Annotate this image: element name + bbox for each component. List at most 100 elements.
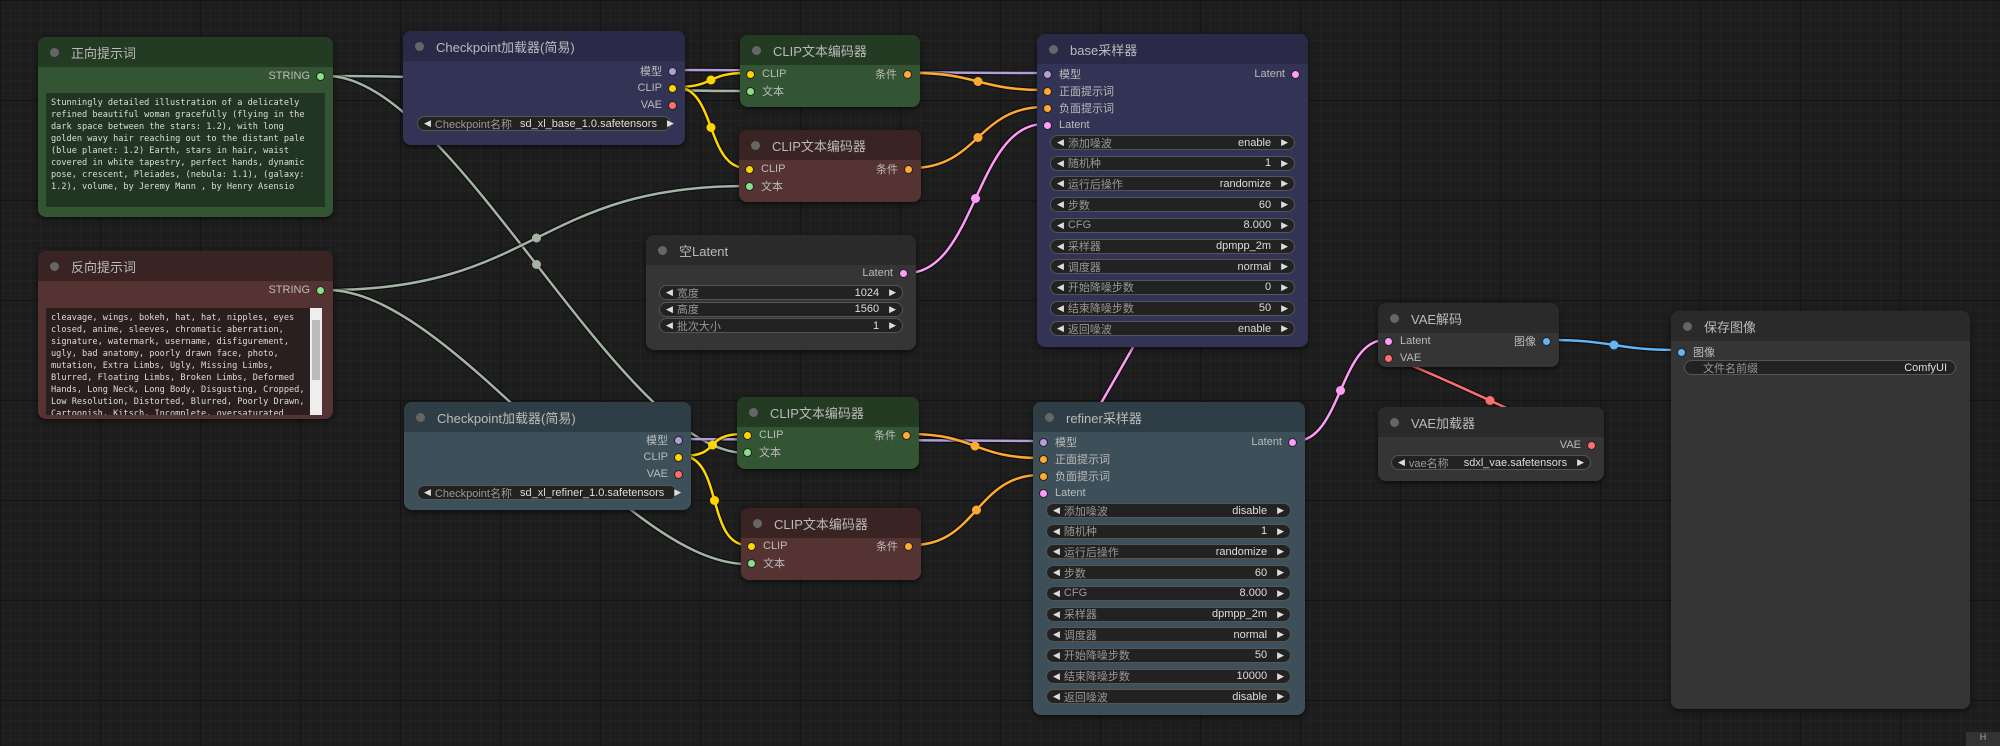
input-slot-latent[interactable]: Latent <box>1384 333 1431 349</box>
decrement-arrow-icon[interactable]: ◀ <box>1053 567 1060 578</box>
slot-dot-icon[interactable] <box>1291 69 1300 79</box>
widget-9[interactable]: ◀ 返回噪波 enable ▶ <box>1050 321 1295 337</box>
node-refiner-sampler[interactable]: refiner采样器 Latent 模型 正面提示词 负面提示词 Latent ◀ 添加… <box>1033 402 1305 715</box>
collapse-dot-icon[interactable] <box>50 261 59 271</box>
node-checkpoint-loader-refiner[interactable]: Checkpoint加载器(简易) 模型 CLIP VAE ◀ Checkpoi… <box>404 402 691 510</box>
decrement-arrow-icon[interactable]: ◀ <box>1057 303 1064 314</box>
decrement-arrow-icon[interactable]: ◀ <box>1053 609 1060 620</box>
input-slot-vae[interactable]: VAE <box>1384 350 1421 366</box>
input-slot-text[interactable]: 文本 <box>743 444 781 460</box>
input-slot-0[interactable]: 模型 <box>1039 434 1077 450</box>
decrement-arrow-icon[interactable]: ◀ <box>1053 691 1060 702</box>
slot-dot-icon[interactable] <box>1677 347 1686 357</box>
increment-arrow-icon[interactable]: ▶ <box>1277 609 1284 620</box>
collapse-dot-icon[interactable] <box>50 47 59 57</box>
node-title-bar[interactable]: refiner采样器 <box>1033 402 1305 432</box>
slot-dot-icon[interactable] <box>1043 120 1052 130</box>
input-slot-clip[interactable]: CLIP <box>746 66 786 82</box>
decrement-arrow-icon[interactable]: ◀ <box>1057 241 1064 252</box>
output-slot-image[interactable]: 图像 <box>1514 333 1551 349</box>
node-checkpoint-loader-base[interactable]: Checkpoint加载器(简易) 模型 CLIP VAE ◀ Checkpoi… <box>403 31 685 145</box>
increment-arrow-icon[interactable]: ▶ <box>1277 505 1284 516</box>
widget-2[interactable]: ◀ 运行后操作 randomize ▶ <box>1050 176 1295 192</box>
input-slot-2[interactable]: 负面提示词 <box>1043 100 1114 116</box>
output-slot-latent[interactable]: Latent <box>862 265 908 281</box>
collapse-dot-icon[interactable] <box>1390 417 1399 427</box>
vae-name-combo[interactable]: ◀ vae名称 sdxl_vae.safetensors ▶ <box>1391 455 1591 470</box>
widget-4[interactable]: ◀ CFG 8.000 ▶ <box>1046 585 1291 601</box>
increment-arrow-icon[interactable]: ▶ <box>1281 199 1288 210</box>
slot-dot-icon[interactable] <box>1043 69 1052 79</box>
increment-arrow-icon[interactable]: ▶ <box>1277 650 1284 661</box>
widget-6[interactable]: ◀ 调度器 normal ▶ <box>1046 627 1291 643</box>
node-vae-decode[interactable]: VAE解码 Latent VAE 图像 <box>1378 303 1559 367</box>
slot-dot-icon[interactable] <box>1384 336 1393 346</box>
slot-dot-icon[interactable] <box>316 71 325 81</box>
node-title-bar[interactable]: CLIP文本编码器 <box>737 397 919 427</box>
slot-dot-icon[interactable] <box>1039 488 1048 498</box>
increment-arrow-icon[interactable]: ▶ <box>1277 546 1284 557</box>
node-positive-prompt[interactable]: 正向提示词 STRING Stunningly detailed illustr… <box>38 37 333 217</box>
input-slot-clip[interactable]: CLIP <box>747 538 787 554</box>
widget-5[interactable]: ◀ 采样器 dpmpp_2m ▶ <box>1050 238 1295 254</box>
slot-dot-icon[interactable] <box>674 452 683 462</box>
decrement-arrow-icon[interactable]: ◀ <box>666 304 673 315</box>
widget-4[interactable]: ◀ CFG 8.000 ▶ <box>1050 217 1295 233</box>
output-slot-model[interactable]: 模型 <box>646 432 683 448</box>
corner-panel-tab[interactable]: H <box>1966 732 2000 746</box>
output-slot-vae[interactable]: VAE <box>641 97 677 113</box>
widget-0[interactable]: ◀ 添加噪波 disable ▶ <box>1046 503 1291 518</box>
input-slot-2[interactable]: 负面提示词 <box>1039 468 1110 484</box>
collapse-dot-icon[interactable] <box>1390 313 1399 323</box>
slot-dot-icon[interactable] <box>1039 437 1048 447</box>
increment-arrow-icon[interactable]: ▶ <box>1281 220 1288 231</box>
widget-7[interactable]: ◀ 开始降噪步数 0 ▶ <box>1050 279 1295 295</box>
collapse-dot-icon[interactable] <box>749 407 758 417</box>
widget-0[interactable]: ◀ 添加噪波 enable ▶ <box>1050 135 1295 150</box>
increment-arrow-icon[interactable]: ▶ <box>1281 178 1288 189</box>
input-slot-0[interactable]: 模型 <box>1043 66 1081 82</box>
textarea-scrollbar[interactable] <box>310 308 322 415</box>
widget-6[interactable]: ◀ 调度器 normal ▶ <box>1050 259 1295 275</box>
output-slot-string[interactable]: STRING <box>268 282 325 298</box>
node-title-bar[interactable]: Checkpoint加载器(简易) <box>404 402 691 432</box>
increment-arrow-icon[interactable]: ▶ <box>674 487 681 498</box>
slot-dot-icon[interactable] <box>899 268 908 278</box>
increment-arrow-icon[interactable]: ▶ <box>1277 588 1284 599</box>
slot-dot-icon[interactable] <box>745 164 754 174</box>
widget-1[interactable]: ◀ 随机种 1 ▶ <box>1050 155 1295 171</box>
decrement-arrow-icon[interactable]: ◀ <box>1053 588 1060 599</box>
increment-arrow-icon[interactable]: ▶ <box>1277 526 1284 537</box>
input-slot-1[interactable]: 正面提示词 <box>1039 451 1110 467</box>
decrement-arrow-icon[interactable]: ◀ <box>1057 220 1064 231</box>
node-save-image[interactable]: 保存图像 图像 文件名前缀 ComfyUI <box>1671 311 1970 709</box>
output-slot-model[interactable]: 模型 <box>640 63 677 79</box>
slot-dot-icon[interactable] <box>668 83 677 93</box>
slot-dot-icon[interactable] <box>902 430 911 440</box>
widget-0[interactable]: ◀ 宽度 1024 ▶ <box>659 285 903 300</box>
increment-arrow-icon[interactable]: ▶ <box>1277 691 1284 702</box>
slot-dot-icon[interactable] <box>747 558 756 568</box>
decrement-arrow-icon[interactable]: ◀ <box>1053 650 1060 661</box>
increment-arrow-icon[interactable]: ▶ <box>1277 671 1284 682</box>
collapse-dot-icon[interactable] <box>416 412 425 422</box>
slot-dot-icon[interactable] <box>1587 440 1596 450</box>
increment-arrow-icon[interactable]: ▶ <box>1281 282 1288 293</box>
decrement-arrow-icon[interactable]: ◀ <box>666 287 673 298</box>
input-slot-text[interactable]: 文本 <box>747 555 785 571</box>
widget-7[interactable]: ◀ 开始降噪步数 50 ▶ <box>1046 647 1291 663</box>
node-title-bar[interactable]: CLIP文本编码器 <box>741 508 921 538</box>
filename-prefix-field[interactable]: 文件名前缀 ComfyUI <box>1684 360 1956 375</box>
output-slot-clip[interactable]: CLIP <box>638 80 677 96</box>
slot-dot-icon[interactable] <box>746 86 755 96</box>
widget-3[interactable]: ◀ 步数 60 ▶ <box>1046 565 1291 581</box>
input-slot-text[interactable]: 文本 <box>745 178 783 194</box>
decrement-arrow-icon[interactable]: ◀ <box>1057 158 1064 169</box>
decrement-arrow-icon[interactable]: ◀ <box>1057 178 1064 189</box>
output-slot-conditioning[interactable]: 条件 <box>875 66 912 82</box>
input-slot-3[interactable]: Latent <box>1039 485 1086 501</box>
slot-dot-icon[interactable] <box>674 469 683 479</box>
node-negative-prompt[interactable]: 反向提示词 STRING cleavage, wings, bokeh, hat… <box>38 251 333 419</box>
output-slot-vae[interactable]: VAE <box>1560 437 1596 453</box>
node-empty-latent[interactable]: 空Latent Latent ◀ 宽度 1024 ▶ ◀ 高度 1560 ▶ ◀ 批次大小 1 ▶ <box>646 235 916 350</box>
